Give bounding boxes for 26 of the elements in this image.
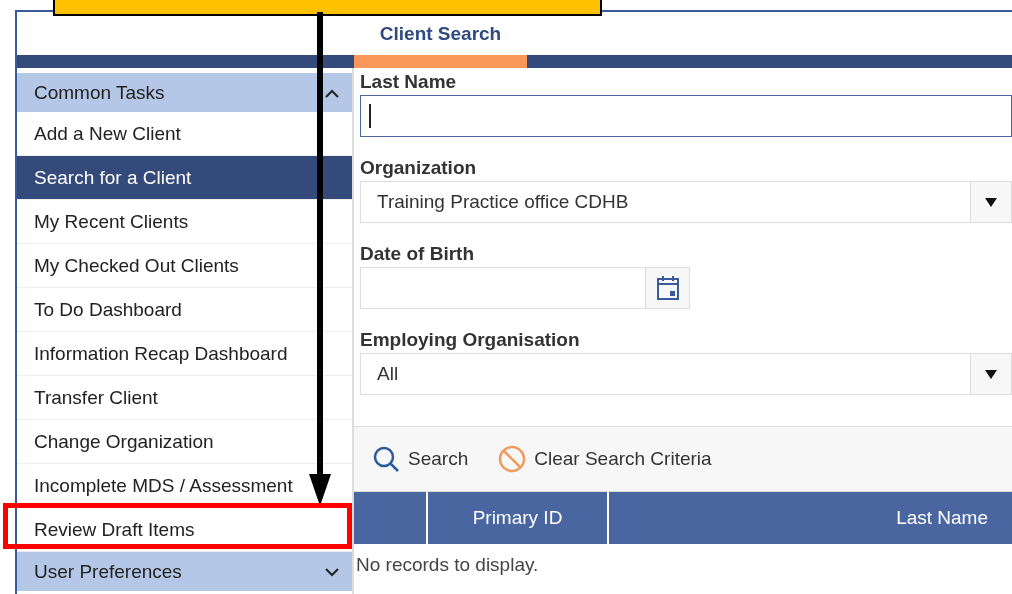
field-label: Date of Birth [360, 243, 475, 265]
column-header: Primary ID [472, 507, 563, 529]
clear-button[interactable]: Clear Search Criteria [498, 445, 712, 473]
dropdown-field[interactable]: Training Practice office CDHB [360, 181, 1012, 223]
dropdown-field[interactable]: All [360, 353, 1012, 395]
tab[interactable]: Client Search [354, 12, 527, 55]
chevron-up-icon [324, 87, 340, 98]
column-header: Last Name [896, 507, 988, 529]
field-label: Last Name [360, 71, 458, 93]
section-header[interactable]: User Preferences [17, 552, 352, 591]
dropdown-arrow-icon [985, 197, 997, 207]
chevron-down-icon [324, 566, 340, 577]
calendar-icon [656, 276, 679, 300]
section-title: Common Tasks [34, 81, 165, 104]
search-icon [372, 445, 400, 473]
field-label: Employing Organisation [360, 329, 581, 351]
search-button[interactable]: Search [372, 445, 469, 473]
calendar-button[interactable] [646, 267, 690, 309]
dropdown-arrow-icon [985, 369, 997, 379]
menu-item[interactable]: Search for a Client [17, 156, 352, 200]
section-title: User Preferences [34, 560, 182, 583]
section-header[interactable]: Common Tasks [17, 73, 352, 112]
input-field[interactable] [360, 95, 1012, 137]
empty-message: No records to display. [355, 553, 540, 576]
field-label: Organization [360, 157, 478, 179]
prohibited-icon [498, 445, 527, 473]
